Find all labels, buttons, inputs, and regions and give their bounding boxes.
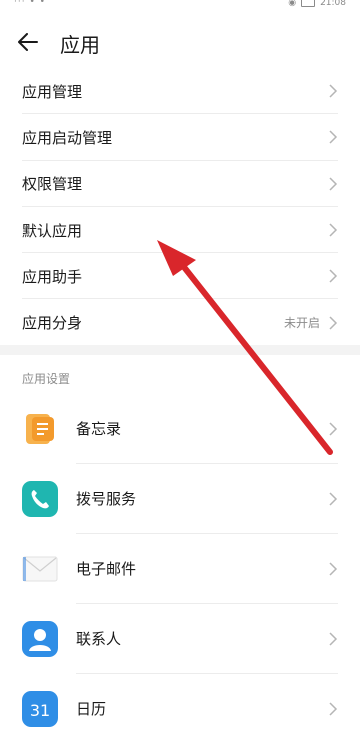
chevron-right-icon (329, 422, 338, 436)
back-button[interactable] (14, 28, 42, 56)
settings-menu: 应用管理 应用启动管理 权限管理 默认应用 应用助手 应用分身 未开启 (0, 68, 360, 346)
eye-icon: ◉ (288, 0, 297, 8)
email-icon (22, 556, 58, 582)
menu-item-app-assistant[interactable]: 应用助手 (0, 253, 360, 300)
chevron-right-icon (329, 130, 338, 144)
menu-item-permissions[interactable]: 权限管理 (0, 161, 360, 207)
chevron-right-icon (329, 492, 338, 506)
menu-item-startup-management[interactable]: 应用启动管理 (0, 114, 360, 161)
page-title: 应用 (60, 33, 100, 57)
status-right: ◉ 21:08 (288, 0, 346, 8)
app-item-email[interactable]: 电子邮件 (0, 534, 360, 604)
app-settings-list: 备忘录 拨号服务 电子邮件 联系人 31 日历 (0, 394, 360, 744)
menu-item-label: 应用助手 (22, 267, 83, 286)
app-item-dialer[interactable]: 拨号服务 (0, 464, 360, 534)
chevron-right-icon (329, 702, 338, 716)
app-item-calendar[interactable]: 31 日历 (0, 674, 360, 744)
app-item-label: 电子邮件 (76, 560, 137, 578)
app-item-memo[interactable]: 备忘录 (0, 394, 360, 464)
header: 应用 (0, 20, 360, 64)
signal-icon: ··· • • (14, 0, 46, 7)
menu-item-app-management[interactable]: 应用管理 (0, 68, 360, 115)
menu-item-app-twin[interactable]: 应用分身 未开启 (0, 299, 360, 345)
chevron-right-icon (329, 562, 338, 576)
app-item-label: 联系人 (76, 630, 122, 648)
menu-item-label: 默认应用 (22, 221, 83, 240)
calendar-icon-day: 31 (30, 701, 50, 720)
status-time: 21:08 (320, 0, 346, 8)
app-item-contacts[interactable]: 联系人 (0, 604, 360, 674)
battery-icon (301, 0, 316, 7)
chevron-right-icon (329, 316, 338, 330)
menu-item-default-apps[interactable]: 默认应用 (0, 207, 360, 254)
menu-item-value: 未开启 (283, 316, 320, 331)
section-title: 应用设置 (22, 372, 71, 386)
contacts-icon (22, 621, 58, 657)
app-item-label: 拨号服务 (76, 490, 137, 508)
menu-item-label: 应用分身 (22, 314, 83, 333)
chevron-right-icon (329, 269, 338, 283)
menu-item-label: 应用启动管理 (22, 128, 113, 147)
calendar-icon: 31 (22, 691, 58, 727)
menu-item-label: 权限管理 (22, 175, 83, 194)
menu-item-label: 应用管理 (22, 82, 83, 101)
chevron-right-icon (329, 632, 338, 646)
status-bar: ··· • • ◉ 21:08 (0, 0, 360, 10)
phone-icon (22, 481, 58, 517)
chevron-right-icon (329, 223, 338, 237)
chevron-right-icon (329, 177, 338, 191)
app-item-label: 日历 (76, 700, 107, 718)
back-arrow-icon (18, 33, 38, 51)
app-item-label: 备忘录 (76, 420, 122, 438)
memo-icon (26, 414, 54, 444)
section-gap (0, 345, 360, 355)
chevron-right-icon (329, 84, 338, 98)
